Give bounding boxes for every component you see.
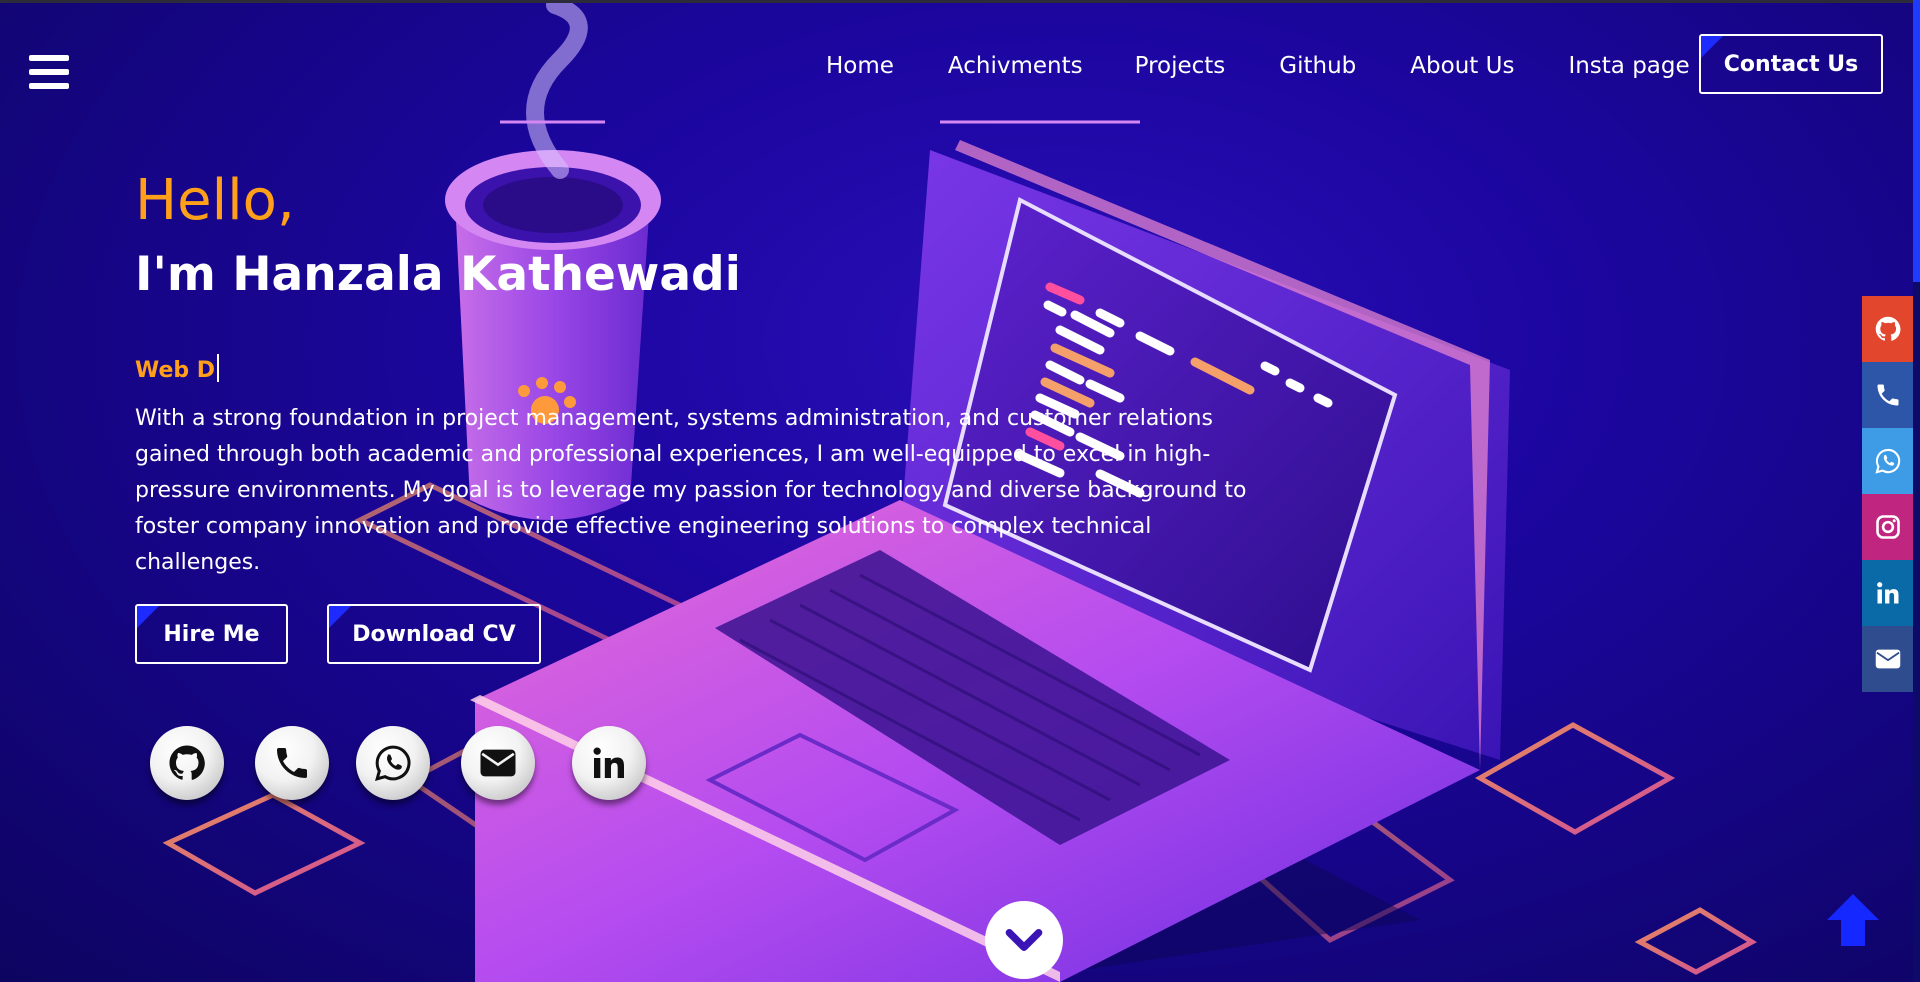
envelope-icon xyxy=(1875,649,1901,669)
hero-greeting: Hello, xyxy=(135,168,295,233)
hire-me-button[interactable]: Hire Me xyxy=(135,604,288,664)
email-circle-button[interactable] xyxy=(461,726,535,800)
whatsapp-circle-button[interactable] xyxy=(356,726,430,800)
whatsapp-icon xyxy=(1875,448,1901,474)
rail-github-button[interactable] xyxy=(1862,296,1914,362)
hero-bio: With a strong foundation in project mana… xyxy=(135,406,1247,575)
chevron-down-icon xyxy=(1005,929,1043,951)
linkedin-icon xyxy=(1877,582,1899,604)
scroll-down-button[interactable] xyxy=(985,901,1063,979)
nav-achievements[interactable]: Achivments xyxy=(948,48,1083,84)
typed-role: Web D xyxy=(135,354,220,383)
hamburger-menu-icon[interactable] xyxy=(29,55,69,89)
linkedin-circle-button[interactable] xyxy=(572,726,646,800)
download-cv-label: Download CV xyxy=(352,621,516,647)
contact-us-button[interactable]: Contact Us xyxy=(1699,34,1883,94)
download-cv-button[interactable]: Download CV xyxy=(327,604,541,664)
phone-icon xyxy=(277,748,307,778)
typed-role-text: Web D xyxy=(135,358,216,383)
rail-instagram-button[interactable] xyxy=(1862,494,1914,560)
nav-projects[interactable]: Projects xyxy=(1135,48,1226,84)
window-top-border xyxy=(0,0,1920,3)
linkedin-icon xyxy=(593,747,624,778)
page-scrollbar[interactable] xyxy=(1913,0,1920,982)
rail-phone-button[interactable] xyxy=(1862,362,1914,428)
hero-name: I'm Hanzala Kathewadi xyxy=(135,247,741,302)
scrollbar-thumb[interactable] xyxy=(1913,0,1920,282)
nav-github[interactable]: Github xyxy=(1279,48,1356,84)
button-corner-accent xyxy=(329,606,351,628)
rail-email-button[interactable] xyxy=(1862,626,1914,692)
whatsapp-icon xyxy=(375,745,411,781)
nav-insta-page[interactable]: Insta page xyxy=(1568,48,1689,84)
button-corner-accent xyxy=(137,606,159,628)
typing-caret xyxy=(217,354,220,382)
github-icon xyxy=(169,745,205,780)
button-corner-accent xyxy=(1701,36,1723,58)
rail-linkedin-button[interactable] xyxy=(1862,560,1914,626)
instagram-icon xyxy=(1876,515,1900,539)
hire-me-label: Hire Me xyxy=(163,621,260,647)
github-icon xyxy=(1875,316,1901,341)
main-nav: Home Achivments Projects Github About Us… xyxy=(826,48,1744,84)
phone-icon xyxy=(1877,384,1899,406)
phone-circle-button[interactable] xyxy=(255,726,329,800)
nav-about-us[interactable]: About Us xyxy=(1410,48,1514,84)
nav-home[interactable]: Home xyxy=(826,48,894,84)
github-circle-button[interactable] xyxy=(150,726,224,800)
envelope-icon xyxy=(480,749,516,777)
rail-whatsapp-button[interactable] xyxy=(1862,428,1914,494)
contact-us-label: Contact Us xyxy=(1723,51,1859,77)
back-to-top-arrow-icon[interactable] xyxy=(1823,890,1883,950)
